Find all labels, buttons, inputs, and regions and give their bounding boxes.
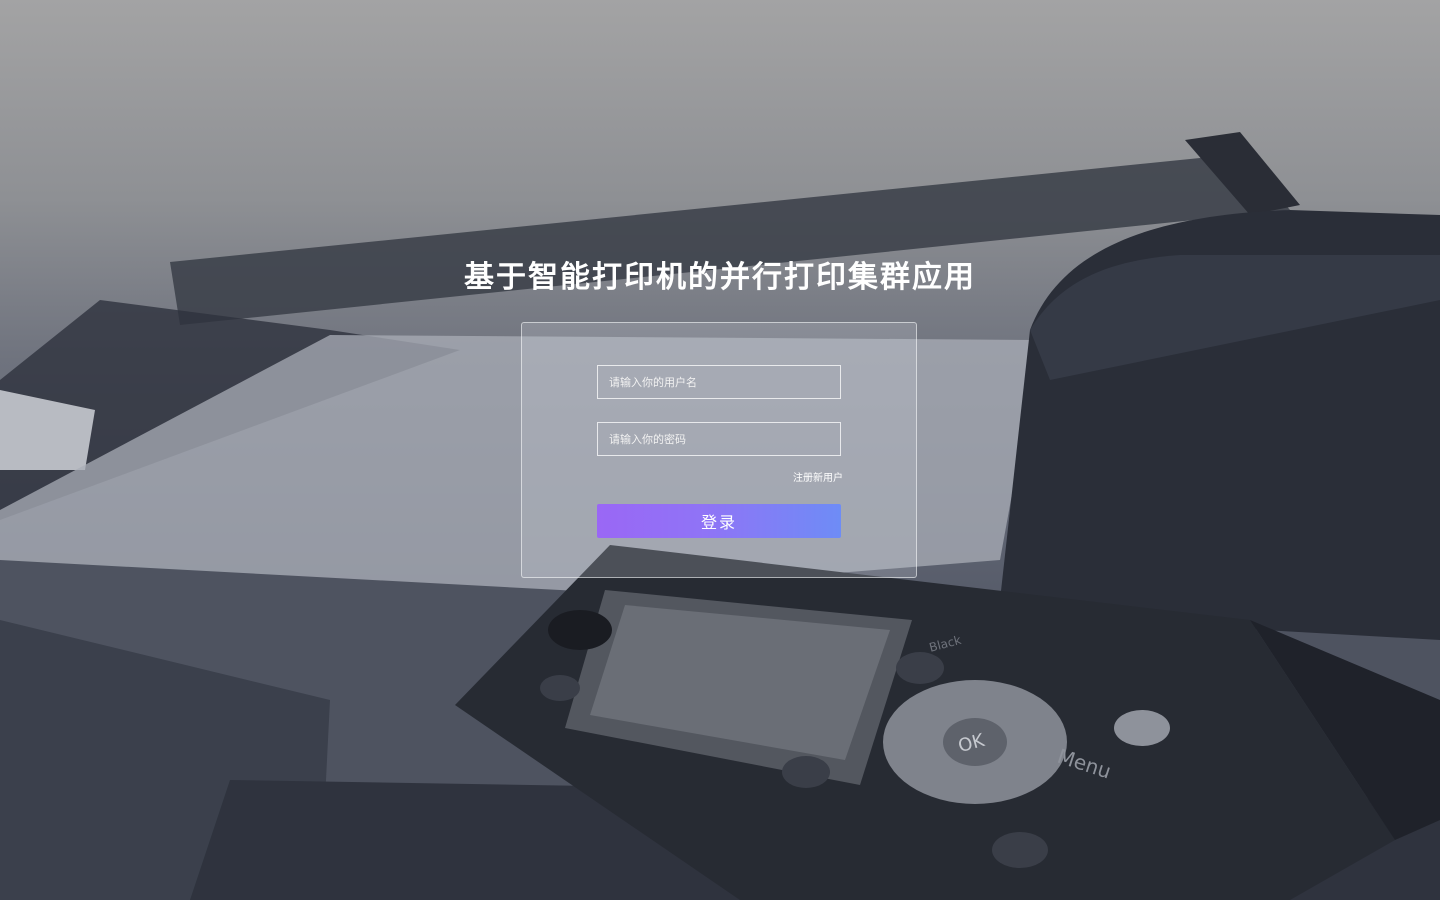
username-input[interactable] bbox=[597, 365, 841, 399]
login-form: 注册新用户 登录 bbox=[521, 322, 917, 578]
register-link[interactable]: 注册新用户 bbox=[793, 469, 843, 484]
password-input[interactable] bbox=[597, 422, 841, 456]
login-button[interactable]: 登录 bbox=[597, 504, 841, 538]
login-page: OK Menu Black 基于智能打印机的并行打印集群应用 注册新用户 登录 bbox=[0, 0, 1440, 900]
page-title: 基于智能打印机的并行打印集群应用 bbox=[464, 260, 976, 295]
